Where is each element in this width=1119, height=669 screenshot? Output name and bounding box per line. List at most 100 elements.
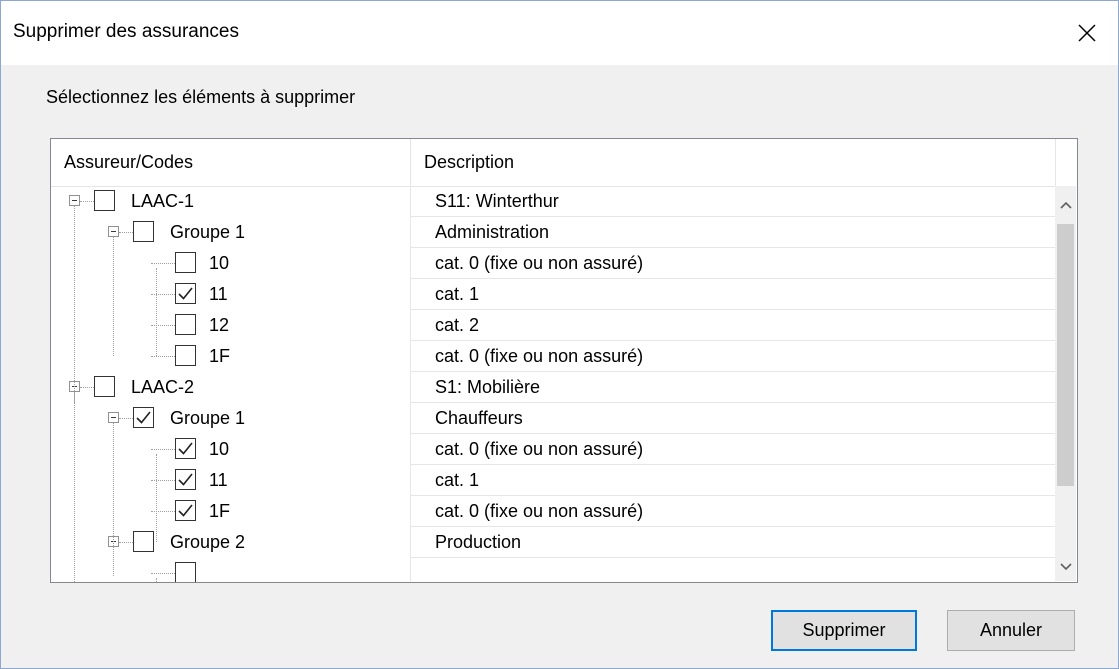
code-cell: 11 (51, 279, 410, 310)
code-cell: 10 (51, 434, 410, 465)
tree-row[interactable]: LAAC-2 S1: Mobilière (51, 372, 1055, 403)
column-divider[interactable] (1055, 139, 1056, 186)
row-checkbox[interactable] (94, 190, 115, 211)
row-description: cat. 0 (fixe ou non assuré) (411, 248, 1055, 279)
row-checkbox[interactable] (133, 221, 154, 242)
column-header-description[interactable]: Description (411, 139, 1055, 186)
row-code-label: Groupe 1 (170, 408, 246, 428)
tree-connector-line (151, 325, 175, 326)
row-code-label: 1F (209, 501, 231, 521)
row-description: Production (411, 527, 1055, 558)
collapse-toggle-icon[interactable] (69, 195, 80, 206)
row-description: cat. 1 (411, 279, 1055, 310)
row-description: cat. 0 (fixe ou non assuré) (411, 341, 1055, 372)
row-code-label: 10 (209, 439, 230, 459)
instruction-text: Sélectionnez les éléments à supprimer (46, 87, 356, 107)
tree-row[interactable]: LAAC-1 S11: Winterthur (51, 186, 1055, 217)
row-checkbox[interactable] (94, 376, 115, 397)
scroll-up-button[interactable] (1055, 194, 1076, 216)
chevron-up-icon (1059, 201, 1072, 209)
row-code-label: LAAC-2 (131, 377, 195, 397)
code-cell: 12 (51, 310, 410, 341)
row-checkbox[interactable] (175, 438, 196, 459)
tree-connector-line (151, 449, 175, 450)
delete-insurance-dialog: Supprimer des assurances Sélectionnez le… (0, 0, 1119, 669)
close-button[interactable] (1056, 1, 1118, 65)
tree-row[interactable]: 11 cat. 1 (51, 279, 1055, 310)
tree-connector-line (80, 201, 94, 202)
row-code-label: Groupe 2 (170, 532, 246, 552)
row-checkbox[interactable] (175, 345, 196, 366)
collapse-toggle-icon[interactable] (108, 226, 119, 237)
title-bar: Supprimer des assurances (1, 1, 1118, 65)
row-checkbox[interactable] (175, 252, 196, 273)
checkmark-icon (178, 287, 193, 300)
scroll-thumb[interactable] (1057, 224, 1074, 486)
row-checkbox[interactable] (175, 314, 196, 335)
code-cell: Groupe 1 (51, 217, 410, 248)
row-checkbox[interactable] (133, 407, 154, 428)
tree-connector-line (151, 294, 175, 295)
code-cell: Groupe 1 (51, 403, 410, 434)
tree-connector-line (156, 578, 157, 582)
row-description: S11: Winterthur (411, 186, 1055, 217)
row-code-label: 11 (209, 470, 228, 490)
scroll-down-button[interactable] (1055, 556, 1076, 578)
chevron-down-icon (1059, 563, 1072, 571)
row-code-label: 12 (209, 315, 230, 335)
vertical-scrollbar[interactable] (1055, 186, 1076, 581)
tree-connector-line (151, 511, 175, 512)
column-header-codes[interactable]: Assureur/Codes (51, 139, 410, 186)
tree-connector-line (80, 387, 94, 388)
close-icon (1078, 24, 1096, 42)
row-description: S1: Mobilière (411, 372, 1055, 403)
row-description (411, 558, 1055, 582)
tree-connector-line (151, 573, 175, 574)
tree-row[interactable]: 10 cat. 0 (fixe ou non assuré) (51, 248, 1055, 279)
delete-button[interactable]: Supprimer (771, 610, 917, 651)
row-checkbox[interactable] (133, 531, 154, 552)
row-code-label: LAAC-1 (131, 191, 195, 211)
tree-row[interactable]: 1F cat. 0 (fixe ou non assuré) (51, 341, 1055, 372)
tree-row[interactable]: Groupe 1 Administration (51, 217, 1055, 248)
tree-connector-line (156, 268, 157, 356)
checkmark-icon (136, 411, 151, 424)
row-description: cat. 1 (411, 465, 1055, 496)
row-checkbox[interactable] (175, 562, 196, 582)
code-cell: Groupe 2 (51, 527, 410, 558)
code-cell: 1F (51, 496, 410, 527)
checkmark-icon (178, 442, 193, 455)
tree-connector-line (74, 392, 75, 582)
tree-connector-line (113, 237, 114, 356)
row-description: cat. 2 (411, 310, 1055, 341)
tree-row[interactable]: 1F cat. 0 (fixe ou non assuré) (51, 496, 1055, 527)
tree-row[interactable]: 11 cat. 1 (51, 465, 1055, 496)
row-description: Administration (411, 217, 1055, 248)
row-checkbox[interactable] (175, 283, 196, 304)
tree-row[interactable]: 12 cat. 2 (51, 310, 1055, 341)
checkmark-icon (178, 504, 193, 517)
code-cell: 11 (51, 465, 410, 496)
column-header-row: Assureur/Codes Description (51, 139, 1056, 187)
tree-connector-line (74, 206, 75, 403)
cancel-button[interactable]: Annuler (947, 610, 1075, 651)
code-cell: 10 (51, 248, 410, 279)
insurance-tree-list[interactable]: Assureur/Codes Description LAAC-1 S11: Wi… (50, 138, 1078, 583)
row-code-label: Groupe 1 (170, 222, 246, 242)
tree-row[interactable]: 10 cat. 0 (fixe ou non assuré) (51, 434, 1055, 465)
tree-row[interactable] (51, 558, 1055, 582)
row-code-label: 1F (209, 346, 231, 366)
collapse-toggle-icon[interactable] (108, 412, 119, 423)
row-checkbox[interactable] (175, 500, 196, 521)
tree-connector-line (151, 263, 175, 264)
row-checkbox[interactable] (175, 469, 196, 490)
tree-connector-line (156, 454, 157, 542)
tree-row[interactable]: Groupe 2 Production (51, 527, 1055, 558)
tree-connector-line (119, 542, 133, 543)
tree-row[interactable]: Groupe 1 Chauffeurs (51, 403, 1055, 434)
code-cell (51, 558, 410, 582)
tree-connector-line (151, 480, 175, 481)
row-description: Chauffeurs (411, 403, 1055, 434)
row-description: cat. 0 (fixe ou non assuré) (411, 496, 1055, 527)
row-code-label: 11 (209, 284, 228, 304)
